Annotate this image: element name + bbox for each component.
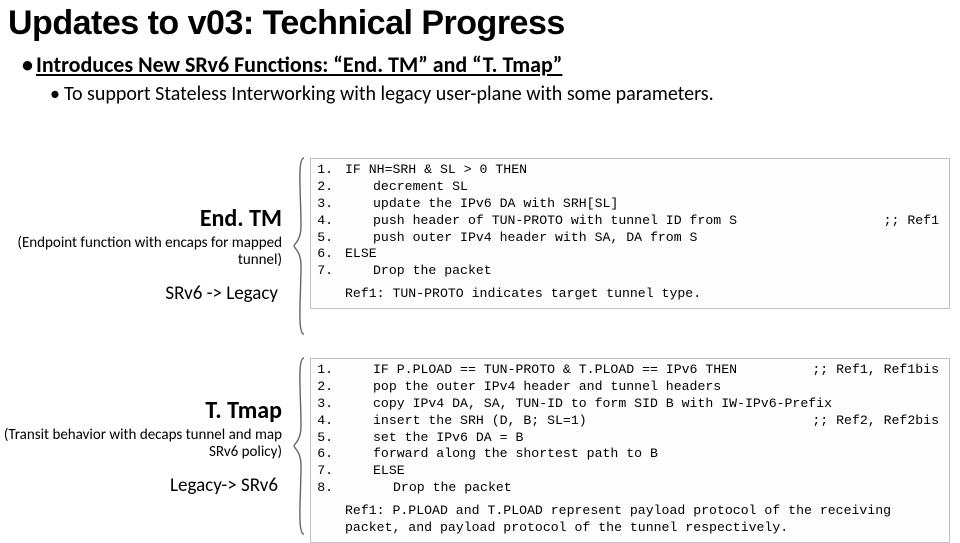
code-line: update the IPv6 DA with SRH[SL] bbox=[341, 196, 941, 213]
code-line: decrement SL bbox=[341, 179, 941, 196]
endtm-direction: SRv6 -> Legacy bbox=[0, 282, 290, 305]
code-line: ELSE bbox=[341, 463, 941, 480]
code-line: Drop the packet bbox=[341, 263, 941, 280]
code-ref: Ref1: TUN-PROTO indicates target tunnel … bbox=[319, 286, 941, 303]
endtm-label-col: End. TM (Endpoint function with encaps f… bbox=[0, 158, 290, 305]
code-line: forward along the shortest path to B bbox=[341, 446, 941, 463]
ttmap-direction: Legacy-> SRv6 bbox=[0, 474, 290, 497]
code-line: push header of TUN-PROTO with tunnel ID … bbox=[341, 213, 941, 230]
endtm-code: IF NH=SRH & SL > 0 THEN decrement SL upd… bbox=[310, 158, 950, 309]
bullet-level1: Introduces New SRv6 Functions: “End. TM”… bbox=[22, 51, 950, 78]
code-line: copy IPv4 DA, SA, TUN-ID to form SID B w… bbox=[341, 396, 941, 413]
code-ref: Ref1: P.PLOAD and T.PLOAD represent payl… bbox=[319, 503, 941, 537]
code-line: IF P.PLOAD == TUN-PROTO & T.PLOAD == IPv… bbox=[341, 362, 941, 379]
endtm-name: End. TM bbox=[0, 204, 290, 233]
ttmap-name: T. Tmap bbox=[0, 396, 290, 425]
brace-icon bbox=[292, 356, 306, 536]
code-line: insert the SRH (D, B; SL=1);; Ref2, Ref2… bbox=[341, 413, 941, 430]
code-line: IF NH=SRH & SL > 0 THEN bbox=[341, 162, 941, 179]
ttmap-label-col: T. Tmap (Transit behavior with decaps tu… bbox=[0, 358, 290, 497]
code-line: Drop the packet bbox=[341, 480, 941, 497]
bullet-level2: To support Stateless Interworking with l… bbox=[50, 82, 950, 106]
brace-icon bbox=[292, 156, 306, 336]
code-line: ELSE bbox=[341, 246, 941, 263]
ttmap-desc: (Transit behavior with decaps tunnel and… bbox=[0, 427, 290, 462]
endtm-desc: (Endpoint function with encaps for mappe… bbox=[0, 235, 290, 270]
code-line: push outer IPv4 header with SA, DA from … bbox=[341, 230, 941, 247]
ttmap-code: IF P.PLOAD == TUN-PROTO & T.PLOAD == IPv… bbox=[310, 358, 950, 543]
slide-title: Updates to v03: Technical Progress bbox=[0, 0, 960, 45]
code-line: set the IPv6 DA = B bbox=[341, 430, 941, 447]
code-line: pop the outer IPv4 header and tunnel hea… bbox=[341, 379, 941, 396]
bullet-list: Introduces New SRv6 Functions: “End. TM”… bbox=[0, 45, 960, 106]
